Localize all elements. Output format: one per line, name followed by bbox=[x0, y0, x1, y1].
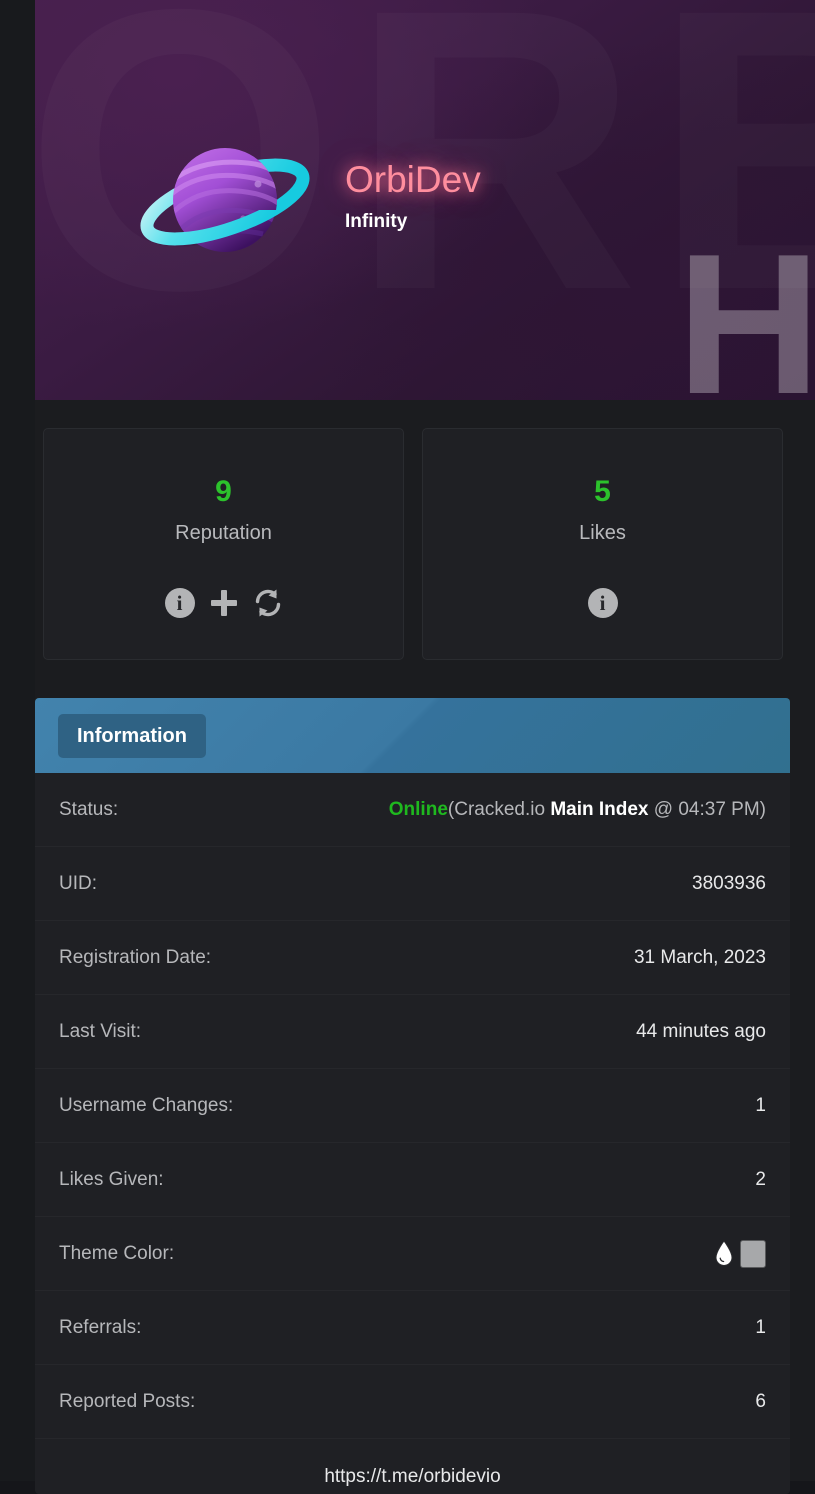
row-value-username-changes: 1 bbox=[755, 1095, 766, 1116]
telegram-url[interactable]: https://t.me/orbidevio bbox=[35, 1439, 790, 1494]
table-row: Reported Posts: 6 bbox=[35, 1365, 790, 1439]
status-paren-open: (Cracked.io bbox=[447, 799, 551, 820]
stats-row: 9 Reputation i 5 Likes i bbox=[43, 428, 783, 660]
row-label-username-changes: Username Changes: bbox=[59, 1095, 234, 1116]
planet-saturn-icon bbox=[140, 148, 310, 252]
status-location-link[interactable]: Main Index bbox=[550, 799, 648, 820]
theme-color-chip[interactable] bbox=[740, 1239, 766, 1268]
row-value-reported-posts: 6 bbox=[755, 1391, 766, 1412]
table-row: Status: Online(Cracked.io Main Index @ 0… bbox=[35, 773, 790, 847]
stat-card-likes: 5 Likes i bbox=[422, 428, 783, 660]
information-panel-header: Information bbox=[35, 698, 790, 773]
row-value-likes-given: 2 bbox=[755, 1169, 766, 1190]
row-value-status: Online(Cracked.io Main Index @ 04:37 PM) bbox=[389, 798, 766, 821]
row-label-uid: UID: bbox=[59, 873, 97, 894]
plus-icon[interactable] bbox=[209, 588, 239, 618]
table-row: Registration Date: 31 March, 2023 bbox=[35, 921, 790, 995]
row-value-uid: 3803936 bbox=[692, 873, 766, 894]
tab-information[interactable]: Information bbox=[58, 713, 206, 758]
row-label-registration-date: Registration Date: bbox=[59, 947, 212, 968]
reputation-actions: i bbox=[164, 588, 283, 618]
sync-icon[interactable] bbox=[253, 588, 283, 618]
row-label-status: Status: bbox=[59, 799, 119, 820]
username: OrbiDev bbox=[345, 158, 481, 200]
row-value-theme-color bbox=[714, 1239, 766, 1268]
profile-banner: ORBI H bbox=[35, 0, 815, 400]
table-row: Last Visit: 44 minutes ago bbox=[35, 995, 790, 1069]
table-row: UID: 3803936 bbox=[35, 847, 790, 921]
left-gutter bbox=[0, 0, 35, 1481]
stat-card-reputation: 9 Reputation i bbox=[43, 428, 404, 660]
avatar[interactable] bbox=[125, 120, 335, 280]
information-panel: Information Status: Online(Cracked.io Ma… bbox=[35, 698, 790, 1494]
row-label-likes-given: Likes Given: bbox=[59, 1169, 164, 1190]
row-label-reported-posts: Reported Posts: bbox=[59, 1391, 196, 1412]
row-label-last-visit: Last Visit: bbox=[59, 1021, 142, 1042]
table-row: Likes Given: 2 bbox=[35, 1143, 790, 1217]
info-icon[interactable]: i bbox=[587, 588, 618, 618]
table-row: Username Changes: 1 bbox=[35, 1069, 790, 1143]
user-title: Infinity bbox=[345, 210, 408, 232]
row-label-theme-color: Theme Color: bbox=[59, 1243, 175, 1264]
row-value-referrals: 1 bbox=[755, 1317, 766, 1338]
profile-page: ORBI H bbox=[0, 0, 815, 1494]
row-value-last-visit: 44 minutes ago bbox=[636, 1021, 766, 1042]
likes-label: Likes bbox=[579, 522, 626, 544]
status-badge: Online bbox=[388, 799, 448, 820]
reputation-label: Reputation bbox=[175, 522, 272, 544]
row-label-referrals: Referrals: bbox=[59, 1317, 142, 1338]
row-value-registration-date: 31 March, 2023 bbox=[633, 947, 766, 968]
reputation-value: 9 bbox=[215, 475, 232, 508]
status-paren-close: @ 04:37 PM) bbox=[648, 799, 766, 820]
water-drop-icon[interactable] bbox=[714, 1240, 734, 1267]
table-row: Theme Color: bbox=[35, 1217, 790, 1291]
likes-value: 5 bbox=[594, 475, 611, 508]
likes-actions: i bbox=[587, 588, 618, 618]
info-icon[interactable]: i bbox=[164, 588, 195, 618]
table-row: Referrals: 1 bbox=[35, 1291, 790, 1365]
